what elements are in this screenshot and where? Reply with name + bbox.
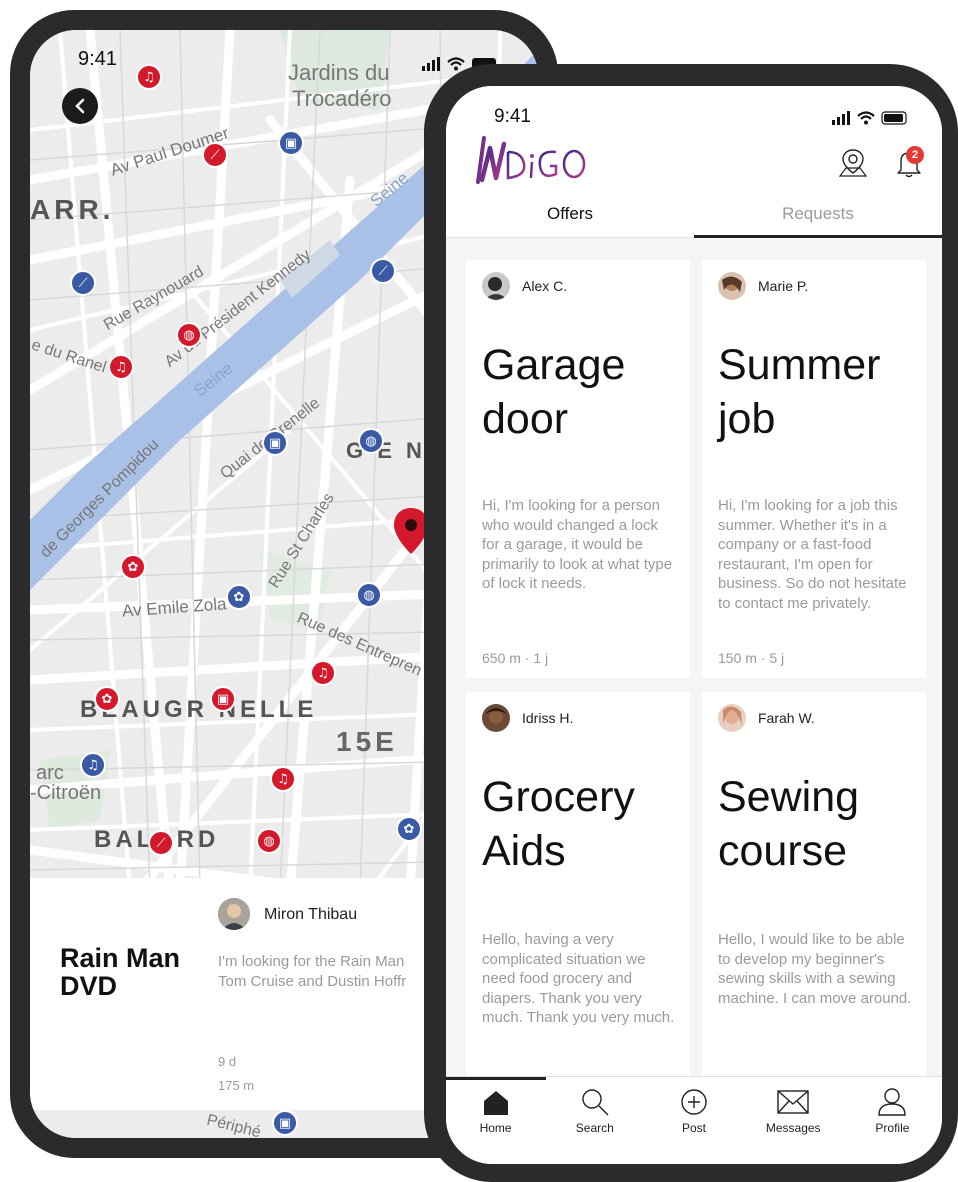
card-title: Summer job bbox=[718, 341, 881, 443]
ball-pin[interactable]: ◍ bbox=[256, 828, 282, 854]
location-marker-icon[interactable] bbox=[394, 508, 428, 554]
map-label-trocadero: Trocadéro bbox=[292, 86, 392, 111]
nav-active-indicator bbox=[446, 1077, 546, 1080]
plant-pin[interactable]: ✿ bbox=[396, 816, 422, 842]
book-pin[interactable]: ▣ bbox=[278, 130, 304, 156]
avatar bbox=[482, 272, 510, 300]
card-title: Sewing course bbox=[718, 773, 860, 875]
home-icon bbox=[483, 1091, 508, 1115]
avatar bbox=[482, 704, 510, 732]
user-icon bbox=[878, 1088, 907, 1116]
ball-pin[interactable]: ◍ bbox=[176, 322, 202, 348]
card-user-name: Idriss H. bbox=[522, 710, 574, 726]
plant-pin[interactable]: ✿ bbox=[226, 584, 252, 610]
avatar bbox=[718, 272, 746, 300]
ball-pin[interactable]: ◍ bbox=[358, 428, 384, 454]
music-pin[interactable]: ♫ bbox=[310, 660, 336, 686]
nav-label: Home bbox=[479, 1121, 512, 1135]
ball-pin[interactable]: ◍ bbox=[356, 582, 382, 608]
listing-title: Rain Man DVD bbox=[60, 943, 181, 1001]
card-user-name: Marie P. bbox=[758, 278, 809, 294]
map-pin-icon bbox=[838, 149, 868, 177]
listing-description: I'm looking for the Rain Man Tom Cruise … bbox=[218, 952, 406, 992]
map-label-15e: 15E bbox=[336, 726, 398, 757]
front-phone-frame: 9:41 2 Offers Requests Alex C. Garage do… bbox=[424, 64, 958, 1182]
card-title: Grocery Aids bbox=[482, 773, 635, 875]
status-time: 9:41 bbox=[494, 106, 531, 127]
card-title: Garage door bbox=[482, 341, 626, 443]
nav-home[interactable]: Home bbox=[446, 1077, 545, 1164]
nav-label: Search bbox=[575, 1121, 614, 1135]
plant-pin[interactable]: ✿ bbox=[120, 554, 146, 580]
nav-profile[interactable]: Profile bbox=[843, 1077, 942, 1164]
music-pin[interactable]: ♫ bbox=[270, 766, 296, 792]
status-icons bbox=[832, 111, 907, 125]
avatar bbox=[218, 898, 250, 930]
music-pin[interactable]: ♫ bbox=[108, 354, 134, 380]
offer-card[interactable]: Marie P. Summer job Hi, I'm looking for … bbox=[702, 260, 926, 678]
tab-offers[interactable]: Offers bbox=[446, 196, 694, 237]
nav-label: Profile bbox=[875, 1121, 910, 1135]
book-pin[interactable]: ▣ bbox=[262, 430, 288, 456]
plus-circle-icon bbox=[681, 1089, 707, 1115]
listing-user-name: Miron Thibau bbox=[264, 906, 358, 923]
music-pin[interactable]: ♫ bbox=[80, 752, 106, 778]
card-description: Hello, having a very complicated situati… bbox=[482, 931, 675, 1026]
back-button[interactable] bbox=[62, 88, 98, 124]
book-pin[interactable]: ▣ bbox=[272, 1110, 298, 1136]
listing-description-line: Tom Cruise and Dustin Hoffr bbox=[218, 973, 407, 990]
map-label-parc-2: -Citroën bbox=[30, 782, 102, 804]
nav-label: Messages bbox=[765, 1121, 821, 1135]
app-header: 9:41 2 Offers Requests bbox=[446, 86, 942, 238]
search-icon bbox=[582, 1089, 609, 1116]
card-meta: 650 m · 1 j bbox=[482, 650, 549, 666]
chevron-left-icon bbox=[75, 98, 85, 114]
map-location-button[interactable] bbox=[836, 146, 870, 180]
bottom-navigation: Home Search Post Messages Profile bbox=[446, 1076, 942, 1164]
map-label-arr: ARR. bbox=[30, 194, 115, 225]
nav-label: Post bbox=[682, 1121, 707, 1135]
offer-card[interactable]: Idriss H. Grocery Aids Hello, having a v… bbox=[466, 692, 690, 1084]
tab-requests[interactable]: Requests bbox=[694, 196, 942, 238]
status-time: 9:41 bbox=[78, 48, 117, 70]
brush-pin[interactable]: ⟋ bbox=[148, 830, 174, 856]
brush-pin[interactable]: ⟋ bbox=[70, 270, 96, 296]
offer-card[interactable]: Alex C. Garage door Hi, I'm looking for … bbox=[466, 260, 690, 678]
tab-bar: Offers Requests bbox=[446, 196, 942, 238]
card-user-name: Farah W. bbox=[758, 710, 815, 726]
card-description: Hi, I'm looking for a person who would c… bbox=[482, 497, 673, 592]
offer-card[interactable]: Farah W. Sewing course Hello, I would li… bbox=[702, 692, 926, 1084]
card-user-name: Alex C. bbox=[522, 278, 568, 294]
plant-pin[interactable]: ✿ bbox=[94, 686, 120, 712]
book-pin[interactable]: ▣ bbox=[210, 686, 236, 712]
notifications-button[interactable]: 2 bbox=[892, 146, 926, 180]
brush-pin[interactable]: ⟋ bbox=[370, 258, 396, 284]
listing-distance: 175 m bbox=[218, 1078, 255, 1093]
nav-search[interactable]: Search bbox=[545, 1077, 644, 1164]
nav-messages[interactable]: Messages bbox=[744, 1077, 843, 1164]
card-description: Hello, I would like to be able to develo… bbox=[718, 931, 912, 1007]
notification-badge: 2 bbox=[906, 146, 924, 164]
listing-description-line: I'm looking for the Rain Man bbox=[218, 953, 405, 970]
avatar bbox=[718, 704, 746, 732]
offers-screen: 9:41 2 Offers Requests Alex C. Garage do… bbox=[446, 86, 942, 1164]
map-label-peripherique: Périphé bbox=[204, 1111, 263, 1138]
listing-age: 9 d bbox=[218, 1054, 237, 1069]
indigo-logo bbox=[476, 136, 586, 184]
card-meta: 150 m · 5 j bbox=[718, 650, 785, 666]
nav-post[interactable]: Post bbox=[644, 1077, 743, 1164]
envelope-icon bbox=[777, 1090, 809, 1114]
brush-pin[interactable]: ⟋ bbox=[202, 142, 228, 168]
card-description: Hi, I'm looking for a job this summer. W… bbox=[718, 497, 907, 612]
